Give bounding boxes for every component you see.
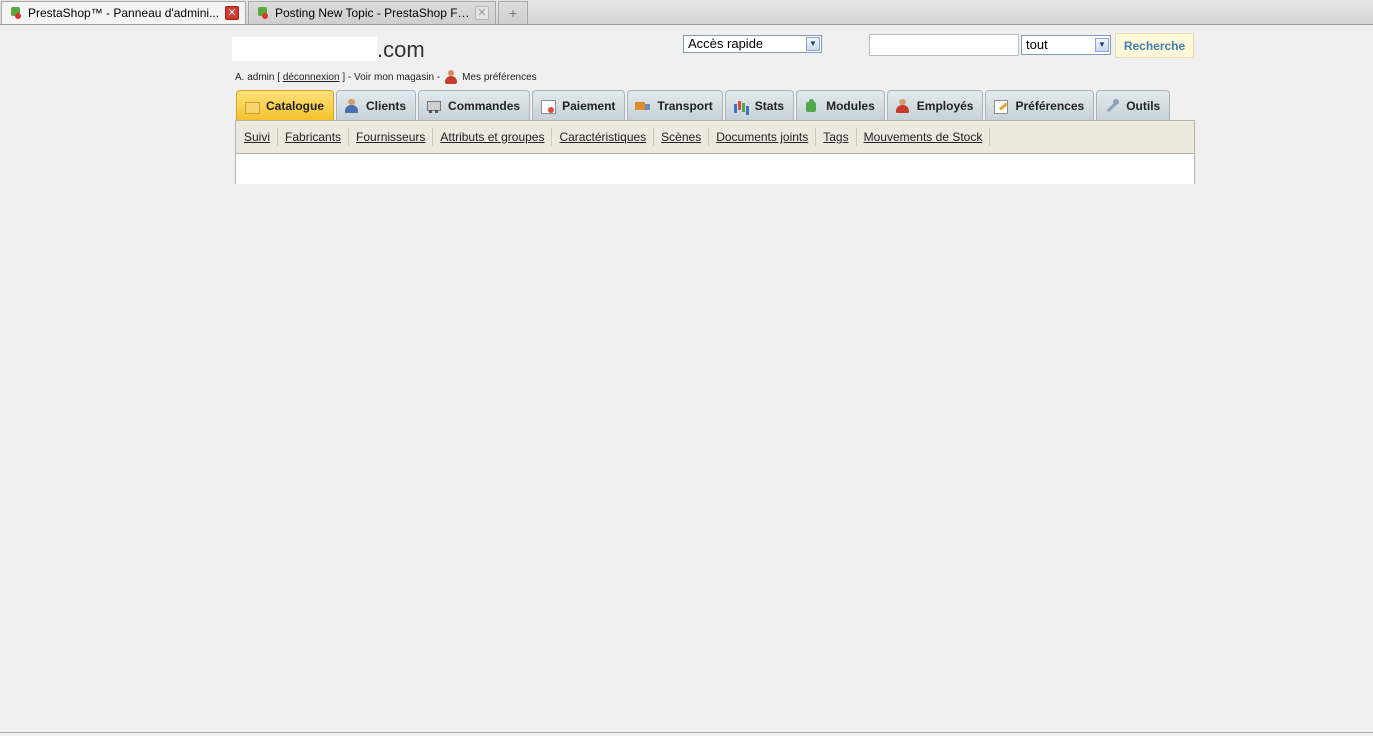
- folder-icon: [244, 99, 260, 114]
- tab-paiement[interactable]: Paiement: [532, 90, 626, 120]
- tab-label: Outils: [1126, 98, 1161, 113]
- tab-preferences[interactable]: Préférences: [985, 90, 1095, 120]
- tab-transport[interactable]: Transport: [627, 90, 723, 120]
- prestashop-favicon-icon: [257, 7, 269, 19]
- tab-clients[interactable]: Clients: [336, 90, 417, 120]
- view-store-link[interactable]: Voir mon magasin: [354, 71, 434, 84]
- wrench-icon: [1104, 98, 1120, 113]
- browser-tab-bar: PrestaShop™ - Panneau d'admini... ✕ Post…: [0, 0, 1373, 25]
- tab-employes[interactable]: Employés: [886, 90, 984, 120]
- logout-link[interactable]: déconnexion: [283, 71, 340, 84]
- subnav-documents-joints[interactable]: Documents joints: [709, 128, 817, 146]
- search-input[interactable]: [869, 34, 1019, 56]
- my-preferences-link[interactable]: Mes préférences: [462, 71, 536, 84]
- subnav-scenes[interactable]: Scènes: [654, 128, 710, 146]
- subnav-fournisseurs[interactable]: Fournisseurs: [349, 128, 434, 146]
- tab-label: Catalogue: [266, 98, 325, 113]
- tab-modules[interactable]: Modules: [796, 90, 885, 120]
- subnav-attributs-groupes[interactable]: Attributs et groupes: [433, 128, 553, 146]
- search-scope-value: tout: [1026, 37, 1048, 52]
- browser-tab-title: PrestaShop™ - Panneau d'admini...: [28, 6, 220, 20]
- subnav-caracteristiques[interactable]: Caractéristiques: [552, 128, 655, 146]
- employee-icon: [895, 98, 911, 113]
- browser-tab-admin[interactable]: PrestaShop™ - Panneau d'admini... ✕: [1, 1, 246, 24]
- tab-outils[interactable]: Outils: [1096, 90, 1171, 120]
- window-bottom-border: [0, 732, 1373, 733]
- browser-tab-forums[interactable]: Posting New Topic - PrestaShop Forums ✕: [248, 1, 496, 24]
- shop-logo-domain: .com: [377, 37, 425, 62]
- content-area: [235, 154, 1195, 184]
- tab-label: Préférences: [1015, 98, 1085, 113]
- tab-label: Transport: [657, 98, 713, 113]
- truck-icon: [635, 99, 651, 113]
- tab-stats[interactable]: Stats: [724, 90, 795, 120]
- preferences-icon: [993, 99, 1009, 114]
- payment-icon: [540, 99, 557, 114]
- new-tab-button[interactable]: +: [498, 1, 528, 24]
- browser-tab-title: Posting New Topic - PrestaShop Forums: [275, 6, 475, 20]
- cart-icon: [426, 99, 442, 113]
- subnav-mouvements-stock[interactable]: Mouvements de Stock: [857, 128, 991, 146]
- subnav-fabricants[interactable]: Fabricants: [278, 128, 350, 146]
- separator: ] -: [342, 71, 352, 83]
- bar-chart-icon: [733, 99, 749, 113]
- admin-tabs: Catalogue Clients Commandes Paiement Tra…: [236, 90, 1172, 121]
- chevron-down-icon[interactable]: ▼: [1095, 38, 1109, 52]
- search-scope-select[interactable]: tout ▼: [1021, 35, 1111, 55]
- catalogue-subnav: Suivi Fabricants Fournisseurs Attributs …: [235, 120, 1195, 154]
- tab-label: Paiement: [562, 98, 616, 113]
- bracket-open: [: [277, 71, 281, 83]
- close-tab-icon[interactable]: ✕: [225, 6, 239, 20]
- tab-commandes[interactable]: Commandes: [418, 90, 531, 120]
- tab-label: Modules: [826, 98, 875, 113]
- puzzle-icon: [804, 98, 820, 113]
- tab-label: Commandes: [448, 98, 521, 113]
- shop-logo-redacted: [232, 37, 377, 61]
- subnav-suivi[interactable]: Suivi: [237, 128, 279, 146]
- quick-access-select[interactable]: Accès rapide ▼: [683, 35, 822, 53]
- separator: -: [436, 71, 441, 83]
- user-icon: [344, 98, 360, 113]
- subnav-tags[interactable]: Tags: [816, 128, 857, 146]
- quick-access-value: Accès rapide: [688, 36, 764, 51]
- close-tab-icon[interactable]: ✕: [475, 6, 489, 20]
- tab-label: Clients: [366, 98, 407, 113]
- user-preferences-icon: [444, 70, 458, 84]
- chevron-down-icon[interactable]: ▼: [806, 37, 820, 51]
- tab-label: Stats: [754, 98, 785, 113]
- search-button[interactable]: Recherche: [1115, 33, 1194, 58]
- tab-label: Employés: [916, 98, 974, 113]
- user-name: A. admin: [235, 71, 275, 83]
- user-bar: A. admin [ déconnexion ] - Voir mon maga…: [235, 70, 537, 84]
- prestashop-favicon-icon: [10, 7, 22, 19]
- tab-catalogue[interactable]: Catalogue: [236, 90, 335, 120]
